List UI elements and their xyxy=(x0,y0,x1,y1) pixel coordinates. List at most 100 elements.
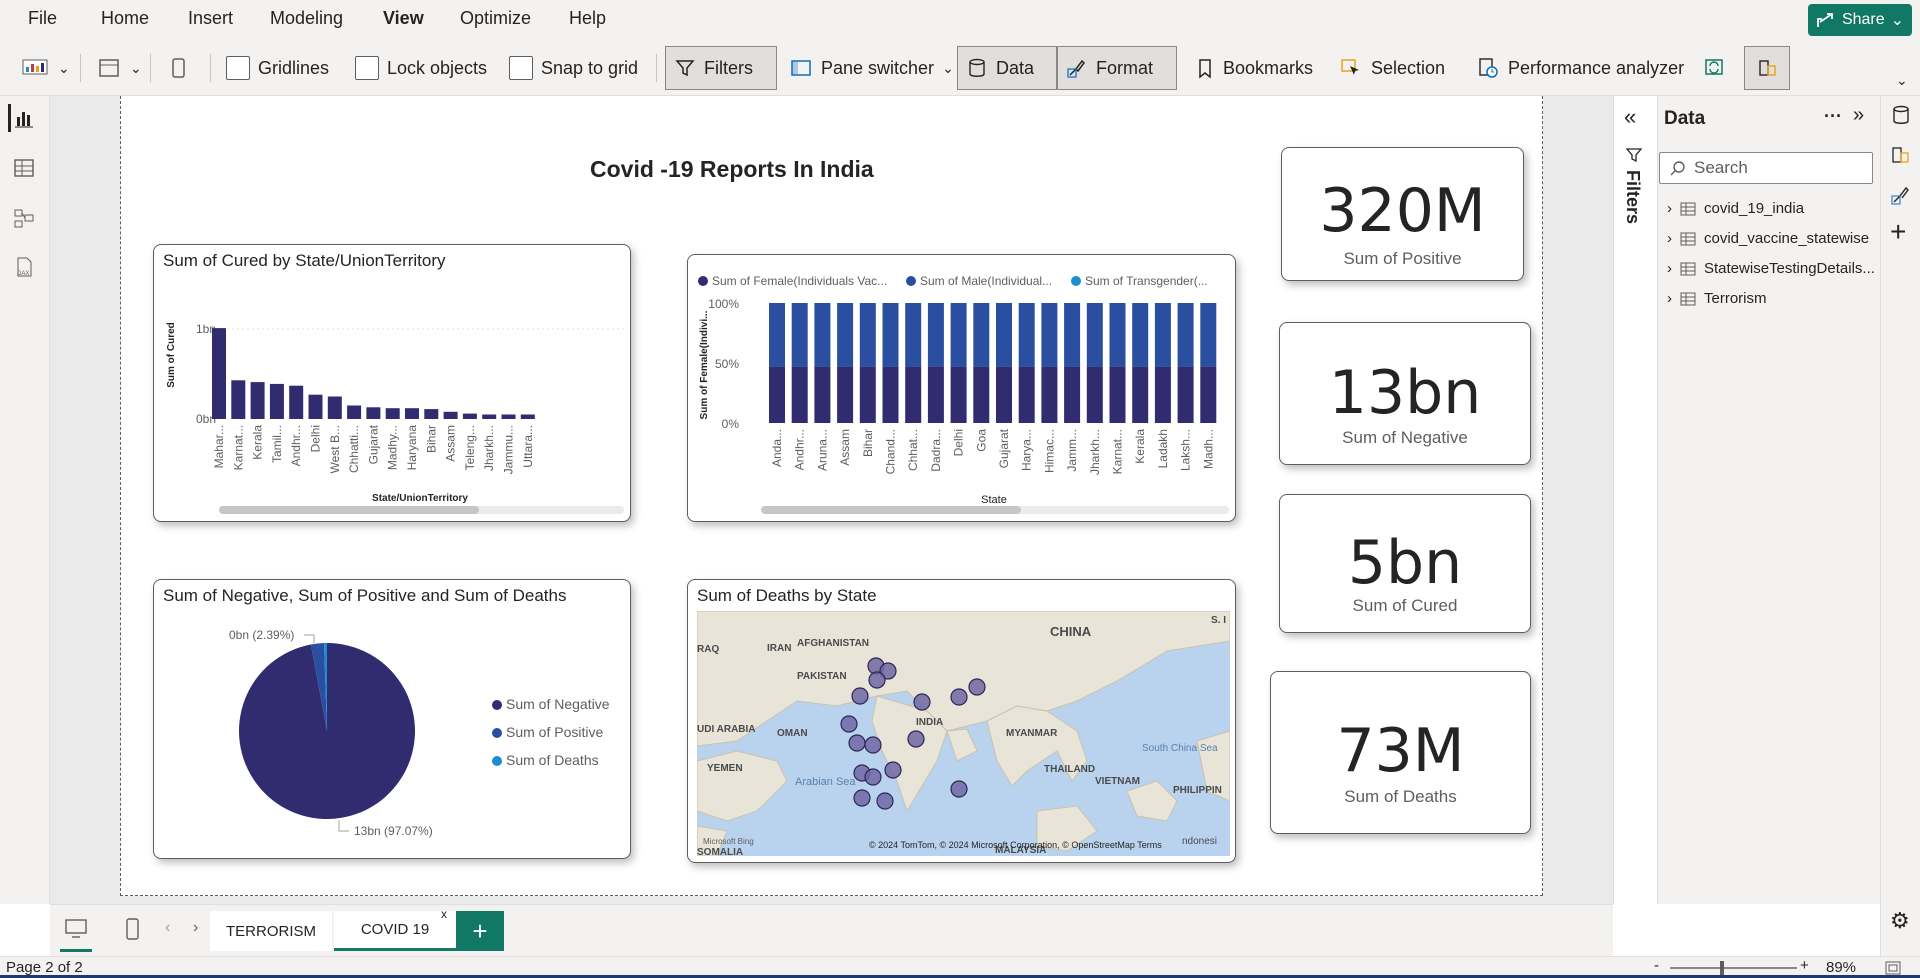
map-bubble[interactable] xyxy=(868,671,886,689)
data-search-input[interactable]: Search xyxy=(1659,152,1873,184)
bar-segment[interactable] xyxy=(769,366,785,423)
deaths-map[interactable]: Sum of Deaths by State CHINA IRAN AFGHAN… xyxy=(687,579,1236,863)
bar-segment[interactable] xyxy=(927,366,944,423)
bar-segment[interactable] xyxy=(882,303,899,367)
desktop-layout-icon[interactable] xyxy=(64,917,88,941)
format-brush-icon[interactable] xyxy=(1890,184,1912,206)
kpi-card-deaths[interactable]: 73M Sum of Deaths xyxy=(1270,671,1531,834)
dax-query-view-icon[interactable]: DAX xyxy=(10,254,38,282)
bar-segment[interactable] xyxy=(1086,303,1103,367)
cured-bar-chart[interactable]: Sum of Cured by State/UnionTerritory Sum… xyxy=(153,244,631,522)
bar[interactable] xyxy=(501,414,516,420)
bar[interactable] xyxy=(443,411,458,419)
menu-optimize[interactable]: Optimize xyxy=(460,8,531,29)
menu-modeling[interactable]: Modeling xyxy=(270,8,343,29)
bar-segment[interactable] xyxy=(1041,303,1058,367)
snap-to-grid-toggle[interactable]: Snap to grid xyxy=(501,46,646,90)
bar-segment[interactable] xyxy=(1177,303,1194,367)
scrollbar-thumb[interactable] xyxy=(761,506,1021,514)
menu-help[interactable]: Help xyxy=(569,8,606,29)
bar-segment[interactable] xyxy=(973,303,990,367)
scrollbar-thumb[interactable] xyxy=(219,506,479,514)
sync-slicers-button[interactable] xyxy=(1694,46,1736,90)
bar[interactable] xyxy=(520,414,535,420)
bar-segment[interactable] xyxy=(1109,303,1126,367)
bar-segment[interactable] xyxy=(1200,366,1217,423)
tab-covid-19[interactable]: COVID 19 xyxy=(334,911,456,951)
data-table-item[interactable]: › StatewiseTestingDetails... xyxy=(1667,260,1875,277)
bar-segment[interactable] xyxy=(1154,366,1171,423)
bar-segment[interactable] xyxy=(837,303,854,367)
map-bubble[interactable] xyxy=(864,768,882,786)
bar[interactable] xyxy=(212,328,226,419)
data-table-item[interactable]: › covid_19_india xyxy=(1667,200,1804,217)
map-bubble[interactable] xyxy=(864,736,882,754)
gridlines-checkbox[interactable] xyxy=(226,56,250,80)
bar-segment[interactable] xyxy=(996,366,1012,423)
bar-segment[interactable] xyxy=(1086,366,1103,423)
bar-segment[interactable] xyxy=(1200,303,1217,367)
zoom-in-button[interactable]: + xyxy=(1800,957,1809,974)
bar-segment[interactable] xyxy=(950,303,967,367)
kpi-card-positive[interactable]: 320M Sum of Positive xyxy=(1281,147,1524,281)
bar-segment[interactable] xyxy=(1064,366,1081,423)
chevron-right-icon[interactable]: › xyxy=(1667,290,1672,307)
settings-icon[interactable]: ⚙ xyxy=(1890,908,1910,934)
performance-analyzer-button[interactable]: Performance analyzer xyxy=(1468,46,1692,90)
bar-segment[interactable] xyxy=(996,303,1012,367)
bar-segment[interactable] xyxy=(1064,303,1081,367)
themes-button[interactable]: ⌄ xyxy=(12,46,78,90)
bookmarks-button[interactable]: Bookmarks xyxy=(1187,46,1321,90)
map-bubble[interactable] xyxy=(968,678,986,696)
gridlines-toggle[interactable]: Gridlines xyxy=(218,46,337,90)
model-view-icon[interactable] xyxy=(10,204,38,232)
bar[interactable] xyxy=(289,385,304,419)
chevron-right-icon[interactable]: › xyxy=(1667,230,1672,247)
pane-switcher-button[interactable]: Pane switcher ⌄ xyxy=(781,46,962,90)
bar-segment[interactable] xyxy=(859,303,876,367)
bar[interactable] xyxy=(366,407,381,419)
more-options-icon[interactable]: ··· xyxy=(1824,106,1842,127)
bar-segment[interactable] xyxy=(814,366,831,423)
database-icon[interactable] xyxy=(1890,104,1912,126)
bar-segment[interactable] xyxy=(1177,366,1194,423)
zoom-slider-track[interactable] xyxy=(1670,967,1797,969)
bar-segment[interactable] xyxy=(905,366,922,423)
add-pane-icon[interactable]: + xyxy=(1890,216,1906,248)
bar-segment[interactable] xyxy=(882,366,899,423)
bar-segment[interactable] xyxy=(814,303,831,367)
map-bubble[interactable] xyxy=(848,734,866,752)
format-pane-button[interactable]: Format xyxy=(1057,46,1177,90)
optimize-pane-button[interactable] xyxy=(1744,46,1790,90)
bar[interactable] xyxy=(405,408,419,419)
bar[interactable] xyxy=(250,382,265,419)
bar-segment[interactable] xyxy=(1018,366,1035,423)
menu-insert[interactable]: Insert xyxy=(188,8,233,29)
pie-chart[interactable]: Sum of Negative, Sum of Positive and Sum… xyxy=(153,579,631,859)
menu-home[interactable]: Home xyxy=(101,8,149,29)
bar-segment[interactable] xyxy=(1132,303,1149,367)
menu-view[interactable]: View xyxy=(383,8,424,29)
report-view-icon[interactable] xyxy=(8,104,36,132)
close-tab-icon[interactable]: x xyxy=(441,907,447,921)
map-bubble[interactable] xyxy=(950,780,968,798)
bar-segment[interactable] xyxy=(791,366,808,423)
bar-segment[interactable] xyxy=(1132,366,1149,423)
snap-to-grid-checkbox[interactable] xyxy=(509,56,533,80)
selection-button[interactable]: Selection xyxy=(1331,46,1453,90)
bar[interactable] xyxy=(308,394,323,419)
page-view-button[interactable]: ⌄ xyxy=(88,46,150,90)
vaccine-stacked-bar-chart[interactable]: Sum of Female(Individuals Vac... Sum of … xyxy=(687,254,1236,522)
map-canvas[interactable]: CHINA IRAN AFGHANISTAN PAKISTAN INDIA MY… xyxy=(697,611,1230,856)
bar-segment[interactable] xyxy=(950,366,967,423)
map-bubble[interactable] xyxy=(853,789,871,807)
zoom-slider-thumb[interactable] xyxy=(1720,961,1724,975)
map-bubble[interactable] xyxy=(950,688,968,706)
chevron-right-icon[interactable]: › xyxy=(1667,200,1672,217)
map-bubble[interactable] xyxy=(851,687,869,705)
bar[interactable] xyxy=(347,405,362,420)
map-bubble[interactable] xyxy=(840,715,858,733)
bar-segment[interactable] xyxy=(905,303,922,367)
prev-page-icon[interactable]: ‹ xyxy=(165,919,170,937)
bar-segment[interactable] xyxy=(1109,366,1126,423)
